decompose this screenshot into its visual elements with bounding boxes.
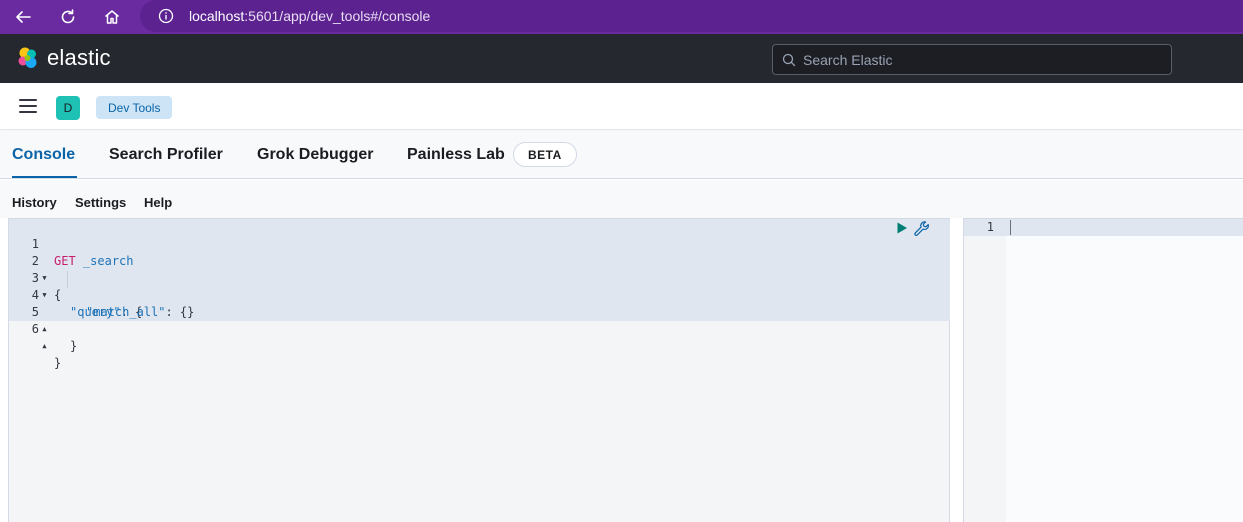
url-host: localhost [189,8,245,24]
editor-line: 5 ▲ } [9,287,77,353]
line-code: } [70,339,78,353]
search-elastic-input[interactable] [803,45,1163,74]
output-active-line-content [1006,219,1243,236]
console-menu: History Settings Help [0,180,1243,218]
beta-badge: BETA [513,142,577,167]
brand-name[interactable]: elastic [47,45,111,71]
line-number: 6 [31,322,39,336]
response-pane[interactable]: 1 [963,218,1243,522]
fold-toggle-icon[interactable]: ▼ [40,287,49,304]
indent-guide [67,271,68,288]
breadcrumb-bar: D Dev Tools [0,83,1243,130]
line-code: } [54,356,62,370]
line-code: GET _search [54,253,134,270]
history-menu-item[interactable]: History [12,195,57,210]
output-content [1006,219,1243,522]
address-bar[interactable]: localhost:5601/app/dev_tools#/console [140,0,1243,32]
request-path: _search [82,254,134,268]
tab-grok-debugger[interactable]: Grok Debugger [257,146,373,164]
info-icon[interactable] [158,8,174,24]
tab-painless-lab[interactable]: Painless Lab [407,146,505,164]
tab-console[interactable]: Console [12,146,75,164]
browser-toolbar: localhost:5601/app/dev_tools#/console [0,0,1243,34]
menu-hamburger-icon[interactable] [19,99,37,113]
reload-icon[interactable] [56,5,80,29]
search-icon [782,53,796,67]
breadcrumb-dev-tools[interactable]: Dev Tools [96,96,173,119]
fold-toggle-icon[interactable]: ▼ [40,270,49,287]
editor-line: 1 GET _search [9,219,134,268]
url-text: localhost:5601/app/dev_tools#/console [189,8,430,24]
editor-line: 6 ▲ } [9,304,61,370]
editor-line: 2 ▼ { [9,236,61,302]
editor-line: 3 ▼ "query": { [9,253,143,319]
elastic-header: elastic [0,34,1243,83]
url-path: :5601/app/dev_tools#/console [244,8,431,24]
editor-line: 4 "match_all": {} [9,270,195,319]
fold-toggle-icon[interactable]: ▲ [40,338,49,355]
request-editor[interactable]: 1 GET _search 2 ▼ { 3 ▼ "query": { 4 "ma… [8,218,950,522]
tab-search-profiler[interactable]: Search Profiler [109,146,223,164]
json-punct: : {} [165,305,195,319]
json-key: "match_all" [86,305,166,319]
wrench-icon[interactable] [913,220,930,237]
space-avatar[interactable]: D [56,96,80,120]
line-code: "match_all": {} [86,304,194,321]
dev-tools-tabs: Console Search Profiler Grok Debugger Pa… [0,131,1243,179]
settings-menu-item[interactable]: Settings [75,195,126,210]
editor-resizer[interactable] [950,218,963,522]
back-arrow-icon[interactable] [11,5,35,29]
help-menu-item[interactable]: Help [144,195,172,210]
active-tab-indicator [12,176,77,178]
output-line-number: 1 [986,220,994,234]
text-cursor [1010,220,1011,235]
search-elastic-field[interactable] [772,44,1172,75]
http-method: GET [54,254,76,268]
line-code: { [54,288,62,302]
fold-toggle-icon[interactable]: ▲ [40,321,49,338]
home-icon[interactable] [100,5,124,29]
play-icon[interactable] [895,221,909,235]
output-gutter [964,219,1006,522]
elastic-logo-icon[interactable] [16,46,40,70]
